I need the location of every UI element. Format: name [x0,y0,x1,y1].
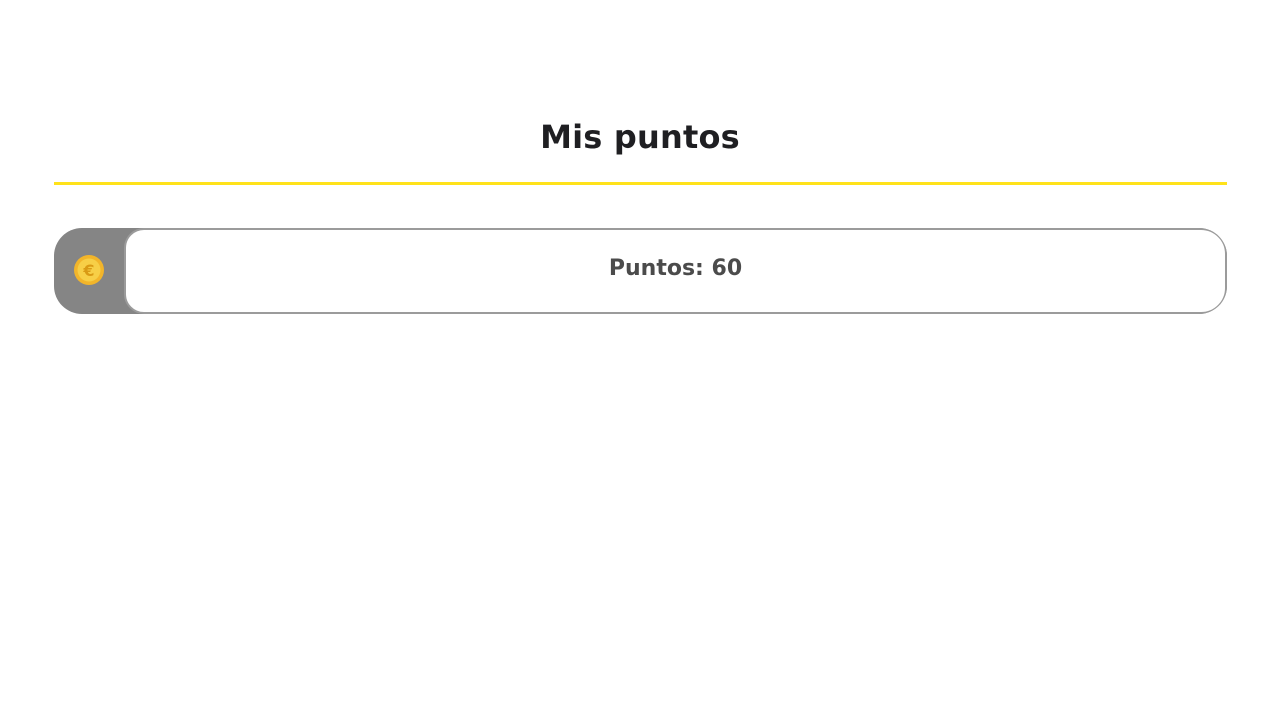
title-divider [54,182,1227,185]
coin-euro-icon: € [73,254,105,286]
points-value: Puntos: 60 [608,255,743,281]
page-title: Mis puntos [540,118,740,156]
svg-text:€: € [82,261,94,280]
points-page: Mis puntos € Puntos: 60 [0,0,1280,720]
points-card: € Puntos: 60 [54,228,1227,314]
points-display: Puntos: 60 [124,228,1227,314]
